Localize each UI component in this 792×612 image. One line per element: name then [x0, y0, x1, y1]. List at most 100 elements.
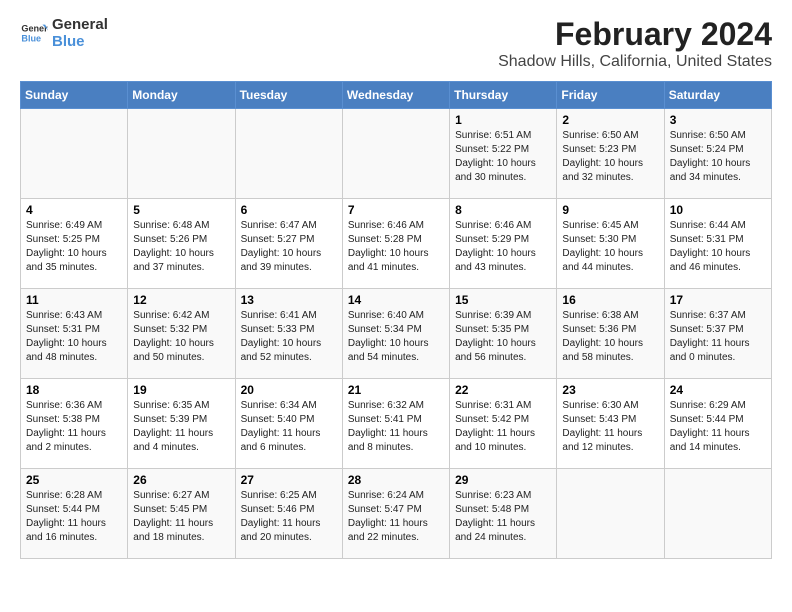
calendar-cell: 7 Sunrise: 6:46 AMSunset: 5:28 PMDaylight…: [342, 199, 449, 289]
day-info: Sunrise: 6:25 AMSunset: 5:46 PMDaylight:…: [241, 489, 337, 545]
logo: General Blue General Blue: [20, 16, 108, 50]
svg-text:Blue: Blue: [21, 33, 41, 43]
day-number: 28: [348, 473, 444, 487]
calendar-cell: 18 Sunrise: 6:36 AMSunset: 5:38 PMDayligh…: [21, 379, 128, 469]
day-info: Sunrise: 6:51 AMSunset: 5:22 PMDaylight:…: [455, 129, 551, 185]
day-info: Sunrise: 6:30 AMSunset: 5:43 PMDaylight:…: [562, 399, 658, 455]
calendar-cell: [557, 469, 664, 559]
day-number: 27: [241, 473, 337, 487]
day-info: Sunrise: 6:32 AMSunset: 5:41 PMDaylight:…: [348, 399, 444, 455]
calendar-cell: 5 Sunrise: 6:48 AMSunset: 5:26 PMDaylight…: [128, 199, 235, 289]
calendar-cell: 23 Sunrise: 6:30 AMSunset: 5:43 PMDayligh…: [557, 379, 664, 469]
day-number: 2: [562, 113, 658, 127]
day-info: Sunrise: 6:34 AMSunset: 5:40 PMDaylight:…: [241, 399, 337, 455]
day-number: 13: [241, 293, 337, 307]
day-number: 14: [348, 293, 444, 307]
calendar-week-5: 25 Sunrise: 6:28 AMSunset: 5:44 PMDayligh…: [21, 469, 772, 559]
calendar-cell: 29 Sunrise: 6:23 AMSunset: 5:48 PMDayligh…: [450, 469, 557, 559]
calendar-subtitle: Shadow Hills, California, United States: [498, 53, 772, 71]
day-number: 7: [348, 203, 444, 217]
calendar-cell: 3Sunrise: 6:50 AMSunset: 5:24 PMDaylight…: [664, 109, 771, 199]
calendar-cell: 26Sunrise: 6:27 AMSunset: 5:45 PMDayligh…: [128, 469, 235, 559]
calendar-cell: 19Sunrise: 6:35 AMSunset: 5:39 PMDayligh…: [128, 379, 235, 469]
day-header-thursday: Thursday: [450, 82, 557, 109]
day-info: Sunrise: 6:47 AMSunset: 5:27 PMDaylight:…: [241, 219, 337, 275]
day-info: Sunrise: 6:46 AMSunset: 5:29 PMDaylight:…: [455, 219, 551, 275]
day-header-wednesday: Wednesday: [342, 82, 449, 109]
calendar-cell: 21Sunrise: 6:32 AMSunset: 5:41 PMDayligh…: [342, 379, 449, 469]
calendar-cell: [128, 109, 235, 199]
day-number: 3: [670, 113, 766, 127]
day-number: 29: [455, 473, 551, 487]
day-info: Sunrise: 6:49 AMSunset: 5:25 PMDaylight:…: [26, 219, 122, 275]
calendar-cell: 12Sunrise: 6:42 AMSunset: 5:32 PMDayligh…: [128, 289, 235, 379]
calendar-cell: 22 Sunrise: 6:31 AMSunset: 5:42 PMDayligh…: [450, 379, 557, 469]
day-number: 25: [26, 473, 122, 487]
calendar-body: 1 Sunrise: 6:51 AMSunset: 5:22 PMDaylight…: [21, 109, 772, 559]
day-info: Sunrise: 6:42 AMSunset: 5:32 PMDaylight:…: [133, 309, 229, 365]
logo-line2: Blue: [52, 33, 108, 50]
calendar-week-4: 18 Sunrise: 6:36 AMSunset: 5:38 PMDayligh…: [21, 379, 772, 469]
day-number: 5: [133, 203, 229, 217]
calendar-cell: [21, 109, 128, 199]
calendar-week-2: 4 Sunrise: 6:49 AMSunset: 5:25 PMDaylight…: [21, 199, 772, 289]
calendar-cell: 15Sunrise: 6:39 AMSunset: 5:35 PMDayligh…: [450, 289, 557, 379]
day-info: Sunrise: 6:23 AMSunset: 5:48 PMDaylight:…: [455, 489, 551, 545]
day-number: 26: [133, 473, 229, 487]
day-info: Sunrise: 6:46 AMSunset: 5:28 PMDaylight:…: [348, 219, 444, 275]
day-info: Sunrise: 6:45 AMSunset: 5:30 PMDaylight:…: [562, 219, 658, 275]
day-number: 17: [670, 293, 766, 307]
calendar-cell: 2 Sunrise: 6:50 AMSunset: 5:23 PMDaylight…: [557, 109, 664, 199]
calendar-cell: 28 Sunrise: 6:24 AMSunset: 5:47 PMDayligh…: [342, 469, 449, 559]
day-info: Sunrise: 6:43 AMSunset: 5:31 PMDaylight:…: [26, 309, 122, 365]
day-number: 8: [455, 203, 551, 217]
logo-icon: General Blue: [20, 19, 48, 47]
calendar-cell: 10Sunrise: 6:44 AMSunset: 5:31 PMDayligh…: [664, 199, 771, 289]
day-number: 11: [26, 293, 122, 307]
calendar-cell: 20 Sunrise: 6:34 AMSunset: 5:40 PMDayligh…: [235, 379, 342, 469]
day-number: 24: [670, 383, 766, 397]
calendar-cell: 14Sunrise: 6:40 AMSunset: 5:34 PMDayligh…: [342, 289, 449, 379]
day-info: Sunrise: 6:28 AMSunset: 5:44 PMDaylight:…: [26, 489, 122, 545]
calendar-cell: 8 Sunrise: 6:46 AMSunset: 5:29 PMDaylight…: [450, 199, 557, 289]
calendar-cell: 13Sunrise: 6:41 AMSunset: 5:33 PMDayligh…: [235, 289, 342, 379]
page-header: General Blue General Blue February 2024 …: [20, 16, 772, 71]
day-number: 9: [562, 203, 658, 217]
day-header-friday: Friday: [557, 82, 664, 109]
day-number: 16: [562, 293, 658, 307]
day-info: Sunrise: 6:35 AMSunset: 5:39 PMDaylight:…: [133, 399, 229, 455]
calendar-table: SundayMondayTuesdayWednesdayThursdayFrid…: [20, 81, 772, 559]
day-number: 22: [455, 383, 551, 397]
day-header-saturday: Saturday: [664, 82, 771, 109]
day-header-monday: Monday: [128, 82, 235, 109]
calendar-header-row: SundayMondayTuesdayWednesdayThursdayFrid…: [21, 82, 772, 109]
calendar-cell: 6 Sunrise: 6:47 AMSunset: 5:27 PMDaylight…: [235, 199, 342, 289]
calendar-cell: 11 Sunrise: 6:43 AMSunset: 5:31 PMDayligh…: [21, 289, 128, 379]
day-number: 20: [241, 383, 337, 397]
day-header-sunday: Sunday: [21, 82, 128, 109]
day-info: Sunrise: 6:38 AMSunset: 5:36 PMDaylight:…: [562, 309, 658, 365]
day-header-tuesday: Tuesday: [235, 82, 342, 109]
calendar-week-1: 1 Sunrise: 6:51 AMSunset: 5:22 PMDaylight…: [21, 109, 772, 199]
calendar-cell: 25 Sunrise: 6:28 AMSunset: 5:44 PMDayligh…: [21, 469, 128, 559]
calendar-title-block: February 2024 Shadow Hills, California, …: [498, 16, 772, 71]
day-info: Sunrise: 6:24 AMSunset: 5:47 PMDaylight:…: [348, 489, 444, 545]
day-info: Sunrise: 6:31 AMSunset: 5:42 PMDaylight:…: [455, 399, 551, 455]
calendar-cell: 1 Sunrise: 6:51 AMSunset: 5:22 PMDaylight…: [450, 109, 557, 199]
day-info: Sunrise: 6:50 AMSunset: 5:23 PMDaylight:…: [562, 129, 658, 185]
calendar-title: February 2024: [498, 16, 772, 53]
calendar-cell: [235, 109, 342, 199]
day-number: 1: [455, 113, 551, 127]
day-number: 6: [241, 203, 337, 217]
day-info: Sunrise: 6:44 AMSunset: 5:31 PMDaylight:…: [670, 219, 766, 275]
day-info: Sunrise: 6:36 AMSunset: 5:38 PMDaylight:…: [26, 399, 122, 455]
day-number: 23: [562, 383, 658, 397]
calendar-cell: 24Sunrise: 6:29 AMSunset: 5:44 PMDayligh…: [664, 379, 771, 469]
day-info: Sunrise: 6:48 AMSunset: 5:26 PMDaylight:…: [133, 219, 229, 275]
day-number: 4: [26, 203, 122, 217]
calendar-week-3: 11 Sunrise: 6:43 AMSunset: 5:31 PMDayligh…: [21, 289, 772, 379]
calendar-cell: 9 Sunrise: 6:45 AMSunset: 5:30 PMDaylight…: [557, 199, 664, 289]
logo-line1: General: [52, 16, 108, 33]
day-number: 18: [26, 383, 122, 397]
calendar-cell: [342, 109, 449, 199]
